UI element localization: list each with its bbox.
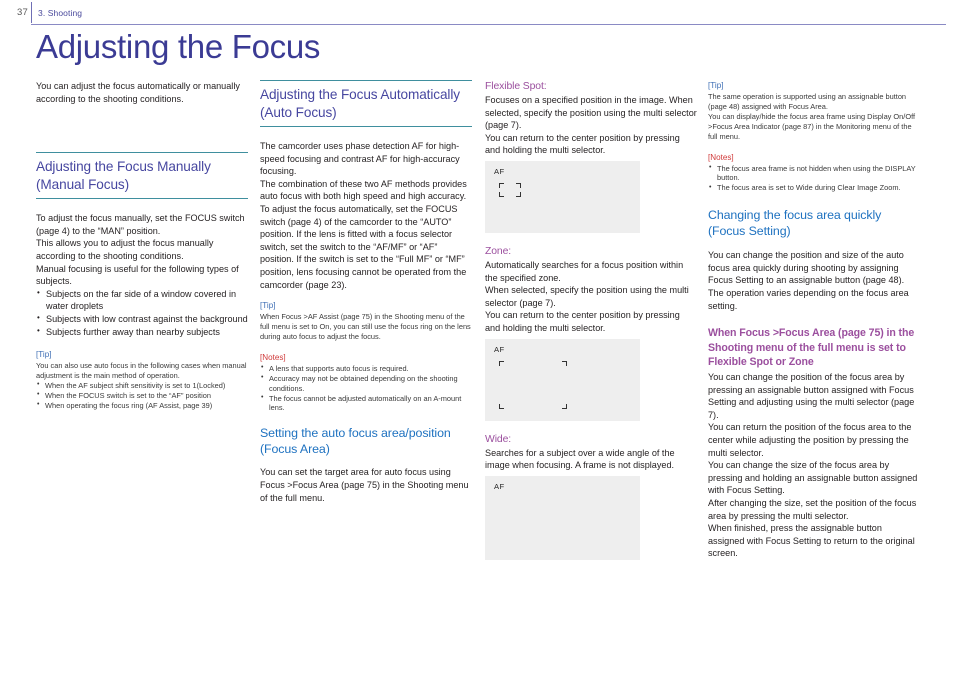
focus-setting-detail-paragraph: You can change the position of the focus…	[708, 372, 918, 559]
af-indicator-label: AF	[494, 481, 505, 491]
notes-title: [Notes]	[260, 352, 286, 362]
focus-area-frame-icon	[499, 360, 567, 409]
heading-focus-area: Setting the auto focus area/position (Fo…	[260, 426, 451, 457]
list-item: The focus area is set to Wide during Cle…	[708, 183, 920, 193]
label-flexible-spot: Flexible Spot:	[485, 81, 547, 92]
list-item: Subjects further away than nearby subjec…	[36, 325, 248, 339]
tip-bullet-list: When the AF subject shift sensitivity is…	[36, 380, 248, 411]
list-item: Subjects on the far side of a window cov…	[36, 287, 248, 313]
list-item: Accuracy may not be obtained depending o…	[260, 373, 472, 394]
column-two: Adjusting the Focus Automatically (Auto …	[260, 80, 472, 515]
tip-block-manual-focus: [Tip] You can also use auto focus in the…	[36, 349, 248, 411]
af-indicator-label: AF	[494, 344, 505, 354]
heading-manual-focus: Adjusting the Focus Manually (Manual Foc…	[36, 152, 248, 200]
page-number: 37	[17, 7, 28, 18]
list-item: When the AF subject shift sensitivity is…	[36, 380, 248, 391]
tip-text: You can also use auto focus in the follo…	[36, 361, 247, 381]
auto-focus-paragraph: The camcorder uses phase detection AF fo…	[260, 141, 467, 290]
manual-focus-paragraph: To adjust the focus manually, set the FO…	[36, 213, 245, 287]
column-one: You can adjust the focus automatically o…	[36, 80, 248, 421]
header-vertical-divider	[31, 2, 32, 23]
heading-auto-focus: Adjusting the Focus Automatically (Auto …	[260, 80, 472, 127]
heading-focus-setting: Changing the focus area quickly (Focus S…	[708, 208, 882, 239]
tip-title: [Tip]	[36, 350, 52, 360]
list-item: A lens that supports auto focus is requi…	[260, 363, 472, 374]
list-item: When operating the focus ring (AF Assist…	[36, 400, 248, 411]
page-title: Adjusting the Focus	[36, 28, 321, 65]
tip-block-focus-area: [Tip] The same operation is supported us…	[708, 80, 920, 142]
header-horizontal-rule	[31, 23, 946, 25]
label-zone: Zone:	[485, 245, 512, 257]
focus-setting-paragraph: You can change the position and size of …	[708, 250, 909, 311]
notes-title: [Notes]	[708, 152, 734, 162]
notes-block-auto-focus: [Notes] A lens that supports auto focus …	[260, 352, 472, 414]
tip-title: [Tip]	[260, 301, 276, 311]
list-item: The focus area frame is not hidden when …	[708, 163, 920, 184]
flexible-spot-text: Focuses on a specified position in the i…	[485, 95, 697, 156]
list-item: Subjects with low contrast against the b…	[36, 312, 248, 326]
af-indicator-label: AF	[494, 166, 505, 176]
focus-area-frame-icon	[499, 182, 521, 197]
list-item: When the FOCUS switch is set to the “AF”…	[36, 390, 248, 401]
focus-area-paragraph: You can set the target area for auto foc…	[260, 467, 469, 503]
wide-text: Searches for a subject over a wide angle…	[485, 447, 675, 471]
column-four: [Tip] The same operation is supported us…	[708, 80, 920, 571]
screen-illustration-wide: AF	[485, 475, 640, 560]
column-three: Flexible Spot: Focuses on a specified po…	[485, 80, 697, 572]
screen-illustration-flexible-spot: AF	[485, 160, 640, 233]
list-item: The focus cannot be adjusted automatical…	[260, 393, 472, 414]
screen-illustration-zone: AF	[485, 338, 640, 421]
tip-text: When Focus >AF Assist (page 75) in the S…	[260, 312, 471, 341]
tip-block-auto-focus: [Tip] When Focus >AF Assist (page 75) in…	[260, 300, 472, 342]
manual-focus-bullet-list: Subjects on the far side of a window cov…	[36, 287, 248, 339]
notes-block-focus-area: [Notes] The focus area frame is not hidd…	[708, 152, 920, 194]
notes-bullet-list: A lens that supports auto focus is requi…	[260, 363, 472, 414]
intro-paragraph: You can adjust the focus automatically o…	[36, 81, 240, 104]
zone-text: Automatically searches for a focus posit…	[485, 259, 689, 333]
heading-flexible-spot-or-zone: When Focus >Focus Area (page 75) in the …	[708, 327, 915, 369]
tip-text: The same operation is supported using an…	[708, 92, 916, 141]
page-header: 37 3. Shooting	[0, 0, 954, 25]
label-wide: Wide:	[485, 433, 512, 445]
notes-bullet-list: The focus area frame is not hidden when …	[708, 163, 920, 194]
tip-title: [Tip]	[708, 81, 724, 90]
header-section-label: 3. Shooting	[38, 8, 83, 18]
